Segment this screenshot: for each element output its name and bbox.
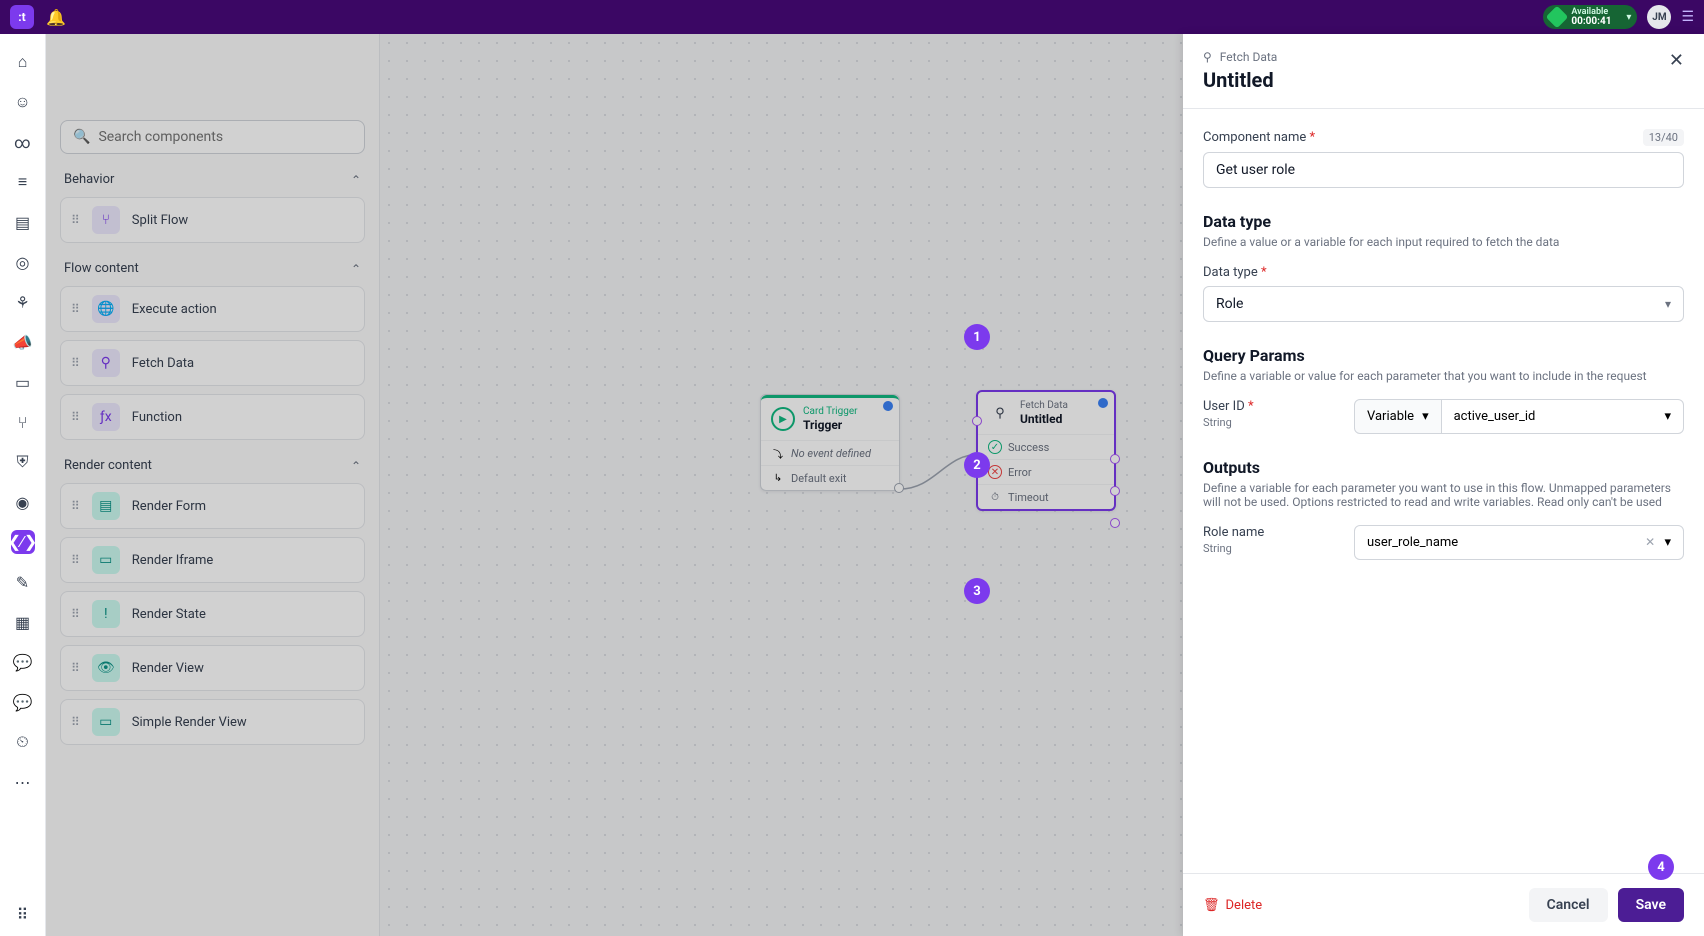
select-value: Role [1216, 296, 1243, 312]
chevron-down-icon: ▾ [1664, 409, 1671, 424]
notifications-icon[interactable]: 🔔 [46, 8, 66, 27]
chevron-down-icon: ▾ [1626, 12, 1631, 23]
data-type-section: Data type Define a value or a variable f… [1203, 212, 1684, 322]
output-value-select[interactable]: user_role_name ✕ ▾ [1354, 525, 1684, 560]
chevron-down-icon: ▾ [1664, 535, 1671, 550]
component-name-field: Component name * 13/40 [1203, 129, 1684, 188]
help-bubble-1[interactable]: 1 [964, 324, 990, 350]
component-name-input[interactable] [1203, 152, 1684, 188]
cancel-button[interactable]: Cancel [1529, 888, 1608, 922]
param-type: String [1203, 416, 1354, 429]
nav-campaign-icon[interactable]: 📣 [11, 330, 35, 354]
nav-list-icon[interactable]: ≡ [11, 170, 35, 194]
content-area: ☰ Automation Designer Fetch data Workspa… [46, 34, 1704, 936]
drawer-body: Component name * 13/40 Data type Define … [1183, 109, 1704, 873]
data-type-select[interactable]: Role ▾ [1203, 286, 1684, 322]
outputs-section: Outputs Define a variable for each param… [1203, 458, 1684, 560]
save-button[interactable]: Save [1618, 888, 1684, 922]
help-bubble-4[interactable]: 4 [1648, 854, 1674, 880]
field-label: Component name * [1203, 130, 1315, 145]
topbar-left: :t 🔔 [10, 5, 66, 29]
availability-status[interactable]: Available 00:00:41 ▾ [1543, 5, 1637, 29]
nav-book-icon[interactable]: ▭ [11, 370, 35, 394]
nav-home-icon[interactable]: ⌂ [11, 50, 35, 74]
status-text: Available 00:00:41 [1571, 8, 1611, 27]
nav-code-icon[interactable]: ❮∕❯ [11, 530, 35, 554]
section-title: Query Params [1203, 346, 1684, 365]
param-label: User ID * [1203, 399, 1354, 414]
output-role-name: Role name String user_role_name ✕ ▾ [1203, 525, 1684, 560]
app-logo[interactable]: :t [10, 5, 34, 29]
nav-contact-icon[interactable]: ▤ [11, 210, 35, 234]
nav-target-icon[interactable]: ◎ [11, 250, 35, 274]
help-bubble-3[interactable]: 3 [964, 578, 990, 604]
nav-fingerprint-icon[interactable]: ◉ [11, 490, 35, 514]
close-button[interactable]: ✕ [1669, 50, 1684, 71]
panel-toggle-icon[interactable]: ☰ [1681, 9, 1694, 25]
nav-chat-icon[interactable]: 💬 [11, 650, 35, 674]
drawer-footer: 🗑 Delete Cancel Save [1183, 873, 1704, 936]
app-switcher-icon[interactable]: ⠿ [11, 902, 35, 926]
section-desc: Define a variable or value for each para… [1203, 369, 1684, 383]
nav-chat2-icon[interactable]: 💬 [11, 690, 35, 714]
help-bubble-2[interactable]: 2 [964, 452, 990, 478]
nav-edit-icon[interactable]: ✎ [11, 570, 35, 594]
section-title: Data type [1203, 212, 1684, 231]
chevron-down-icon: ▾ [1665, 297, 1671, 311]
output-type: String [1203, 542, 1354, 555]
section-title: Outputs [1203, 458, 1684, 477]
icon-rail: ⌂ ☺ ∞ ≡ ▤ ◎ ⚘ 📣 ▭ ⑂ ⛨ ◉ ❮∕❯ ✎ ▦ 💬 💬 ⏲ ⋯ … [0, 34, 46, 936]
drawer-type-label: ⚲ Fetch Data [1203, 50, 1277, 64]
status-time: 00:00:41 [1571, 17, 1611, 27]
topbar-right: Available 00:00:41 ▾ JM ☰ [1543, 5, 1694, 29]
status-diamond-icon [1546, 6, 1569, 29]
clear-icon[interactable]: ✕ [1645, 535, 1655, 549]
field-label: Data type * [1203, 265, 1684, 280]
nav-more-icon[interactable]: ⋯ [11, 770, 35, 794]
output-label: Role name [1203, 525, 1354, 540]
query-params-section: Query Params Define a variable or value … [1203, 346, 1684, 434]
fetch-data-icon: ⚲ [1203, 50, 1212, 64]
drawer-header: ⚲ Fetch Data Untitled ✕ [1183, 34, 1704, 109]
drawer-title: Untitled [1203, 68, 1277, 92]
nav-link-icon[interactable]: ∞ [11, 130, 35, 154]
param-kind-select[interactable]: Variable ▾ [1354, 399, 1442, 434]
nav-people-icon[interactable]: ☺ [11, 90, 35, 114]
delete-button[interactable]: 🗑 Delete [1203, 898, 1262, 913]
char-counter: 13/40 [1643, 129, 1684, 146]
param-value-select[interactable]: active_user_id ▾ [1442, 399, 1684, 434]
section-desc: Define a variable for each parameter you… [1203, 481, 1684, 509]
nav-route-icon[interactable]: ⑂ [11, 410, 35, 434]
nav-apps-icon[interactable]: ▦ [11, 610, 35, 634]
chevron-down-icon: ▾ [1422, 409, 1429, 424]
main-wrap: ⌂ ☺ ∞ ≡ ▤ ◎ ⚘ 📣 ▭ ⑂ ⛨ ◉ ❮∕❯ ✎ ▦ 💬 💬 ⏲ ⋯ … [0, 34, 1704, 936]
section-desc: Define a value or a variable for each in… [1203, 235, 1684, 249]
nav-dashboard-icon[interactable]: ⏲ [11, 730, 35, 754]
user-avatar[interactable]: JM [1647, 5, 1671, 29]
topbar: :t 🔔 Available 00:00:41 ▾ JM ☰ [0, 0, 1704, 34]
trash-icon: 🗑 [1203, 898, 1220, 913]
nav-team-icon[interactable]: ⚘ [11, 290, 35, 314]
properties-drawer: ⚲ Fetch Data Untitled ✕ Component name *… [1183, 34, 1704, 936]
nav-shield-icon[interactable]: ⛨ [11, 450, 35, 474]
param-user-id: User ID * String Variable ▾ active_user_… [1203, 399, 1684, 434]
